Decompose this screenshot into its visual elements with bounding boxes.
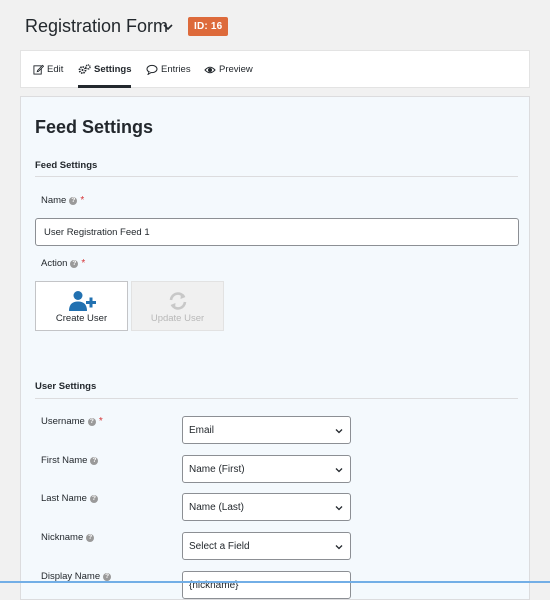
display-name-select[interactable]: {nickname} (182, 571, 351, 599)
select-value: Select a Field (189, 540, 250, 552)
help-icon[interactable]: ? (87, 417, 96, 426)
tab-label: Edit (47, 64, 64, 75)
add-user-icon (68, 291, 96, 311)
tab-entries[interactable]: Entries (146, 51, 191, 88)
update-user-label: Update User (150, 313, 205, 324)
help-icon[interactable]: ? (70, 259, 79, 268)
feed-settings-panel: Feed Settings Feed Settings Name ? * Act… (20, 96, 530, 600)
speech-bubble-icon (146, 64, 158, 75)
tab-label: Preview (219, 64, 253, 75)
last-name-field-label: Last Name ? (41, 493, 98, 504)
create-user-option[interactable]: Create User (35, 281, 128, 331)
label-text: First Name (41, 455, 88, 466)
select-value: Name (First) (189, 463, 245, 475)
select-value: Name (Last) (189, 501, 245, 513)
label-text: Last Name (41, 493, 87, 504)
help-icon[interactable]: ? (86, 533, 95, 542)
username-select[interactable]: Email (182, 416, 351, 444)
form-tabs: Edit Settings Entries Preview (20, 50, 530, 88)
nickname-select[interactable]: Select a Field (182, 532, 351, 560)
accent-divider (0, 581, 550, 583)
required-marker: * (98, 416, 103, 427)
divider (35, 176, 518, 177)
create-user-label: Create User (55, 313, 108, 324)
section-title-feed: Feed Settings (35, 160, 98, 171)
required-marker: * (80, 195, 85, 206)
update-user-option[interactable]: Update User (131, 281, 224, 331)
edit-icon (33, 64, 44, 75)
help-icon[interactable]: ? (69, 196, 78, 205)
first-name-select[interactable]: Name (First) (182, 455, 351, 483)
chevron-down-icon (335, 468, 343, 473)
name-field-label: Name ? * (41, 195, 84, 206)
label-text: Name (41, 195, 67, 206)
tab-settings[interactable]: Settings (78, 51, 132, 88)
label-text: Username (41, 416, 85, 427)
label-text: Action (41, 258, 68, 269)
action-field-label: Action ? * (41, 258, 85, 269)
help-icon[interactable]: ? (90, 456, 99, 465)
chevron-down-icon (335, 506, 343, 511)
last-name-select[interactable]: Name (Last) (182, 493, 351, 521)
first-name-field-label: First Name ? (41, 455, 99, 466)
gears-icon (78, 64, 91, 74)
select-value: Email (189, 424, 215, 436)
chevron-down-icon (335, 429, 343, 434)
help-icon[interactable]: ? (103, 572, 112, 581)
section-title-user: User Settings (35, 381, 97, 392)
nickname-field-label: Nickname ? (41, 532, 95, 543)
tab-label: Settings (94, 64, 132, 75)
help-icon[interactable]: ? (89, 494, 98, 503)
chevron-down-icon (335, 545, 343, 550)
page-title: Feed Settings (35, 117, 154, 137)
chevron-down-icon[interactable] (160, 19, 176, 35)
username-field-label: Username ? * (41, 416, 103, 427)
refresh-icon (169, 292, 186, 310)
tab-label: Entries (161, 64, 191, 75)
form-header: Registration Form ID: 16 (0, 0, 550, 50)
form-id-badge: ID: 16 (188, 17, 229, 36)
tab-preview[interactable]: Preview (204, 51, 253, 88)
label-text: Nickname (41, 532, 84, 543)
eye-icon (204, 66, 216, 73)
tab-edit[interactable]: Edit (33, 51, 63, 88)
feed-name-input[interactable] (35, 218, 519, 246)
divider (35, 398, 518, 399)
required-marker: * (81, 258, 86, 269)
form-title: Registration Form (25, 16, 169, 36)
